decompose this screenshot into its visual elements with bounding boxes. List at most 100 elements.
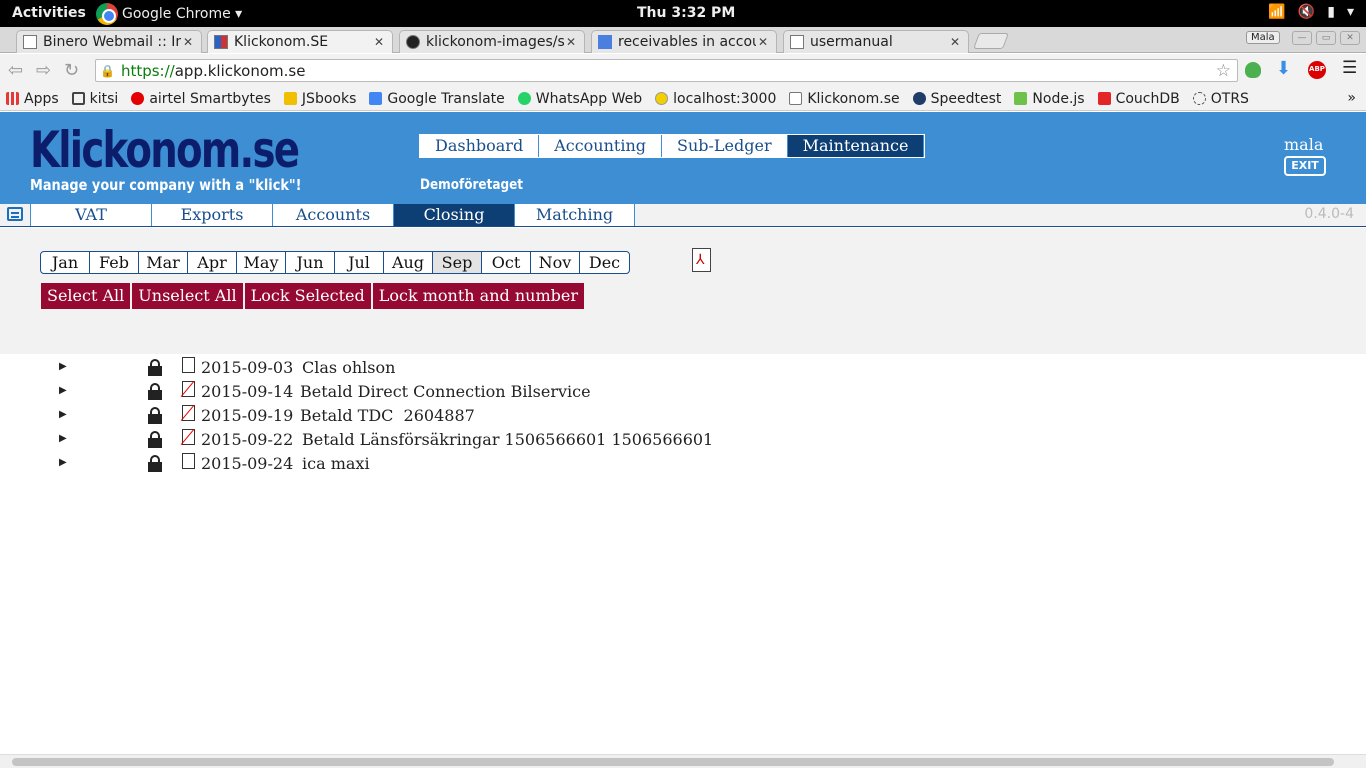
month-nov[interactable]: Nov: [531, 252, 580, 273]
profile-badge[interactable]: Mala: [1246, 31, 1280, 44]
attachment-document-icon[interactable]: [182, 405, 195, 421]
lock-icon: [148, 431, 162, 448]
system-tray[interactable]: 📶 🔇 ▮ ▾: [1268, 4, 1354, 20]
volume-muted-icon[interactable]: 🔇: [1298, 4, 1315, 20]
bookmark-nodejs[interactable]: Node.js: [1014, 90, 1085, 107]
clock[interactable]: Thu 3:32 PM: [637, 5, 735, 21]
month-jun[interactable]: Jun: [286, 252, 335, 273]
adblock-plus-icon[interactable]: ABP: [1308, 61, 1326, 79]
app-logo[interactable]: Klickonom.se: [30, 122, 300, 178]
document-icon[interactable]: [182, 453, 195, 469]
tab-usermanual[interactable]: usermanual ✕: [783, 30, 969, 53]
bookmark-jsbooks[interactable]: JSbooks: [283, 91, 356, 107]
battery-icon[interactable]: ▮: [1327, 4, 1335, 20]
minimize-icon[interactable]: —: [1292, 31, 1312, 45]
main-nav-accounting[interactable]: Accounting: [539, 135, 662, 157]
wifi-icon[interactable]: 📶: [1268, 4, 1285, 20]
maximize-icon[interactable]: ▭: [1316, 31, 1336, 45]
lock-month-and-number-button[interactable]: Lock month and number: [372, 283, 584, 309]
bookmark-kitsi[interactable]: kitsi: [71, 91, 118, 107]
horizontal-scrollbar[interactable]: [0, 754, 1366, 768]
voucher-row[interactable]: ▶ 2015-09-14 Betald Direct Connection Bi…: [0, 381, 900, 405]
forward-icon[interactable]: ⇨: [36, 60, 51, 81]
voucher-row[interactable]: ▶ 2015-09-03 Clas ohlson: [0, 357, 900, 381]
bookmark-klickonom[interactable]: Klickonom.se: [789, 91, 900, 107]
expand-arrow-icon[interactable]: ▶: [59, 409, 67, 420]
address-bar[interactable]: 🔒 https:// app.klickonom.se ☆: [95, 59, 1238, 82]
bookmark-speedtest[interactable]: Speedtest: [912, 91, 1001, 107]
bookmark-whatsapp[interactable]: WhatsApp Web: [517, 91, 642, 107]
download-icon[interactable]: ⬇: [1276, 58, 1292, 79]
month-aug[interactable]: Aug: [384, 252, 433, 273]
bookmark-couchdb[interactable]: CouchDB: [1097, 91, 1180, 107]
bookmark-google-translate[interactable]: Google Translate: [369, 90, 505, 107]
voucher-description: Betald Direct Connection Bilservice: [300, 382, 591, 401]
back-icon[interactable]: ⇦: [8, 60, 23, 81]
tab-vat[interactable]: VAT: [30, 204, 151, 226]
close-icon[interactable]: ✕: [948, 35, 962, 49]
month-feb[interactable]: Feb: [90, 252, 139, 273]
exit-button[interactable]: EXIT: [1284, 156, 1326, 176]
voucher-row[interactable]: ▶ 2015-09-24 ica maxi: [0, 453, 900, 477]
tab-matching[interactable]: Matching: [514, 204, 635, 226]
tab-github[interactable]: klickonom-images/su ✕: [399, 30, 585, 53]
voucher-date: 2015-09-03: [201, 358, 294, 377]
close-window-icon[interactable]: ✕: [1340, 31, 1360, 45]
month-may[interactable]: May: [237, 252, 286, 273]
attachment-document-icon[interactable]: [182, 381, 195, 397]
pdf-icon[interactable]: [692, 248, 711, 272]
main-nav-dashboard[interactable]: Dashboard: [420, 135, 540, 157]
month-apr[interactable]: Apr: [188, 252, 237, 273]
close-icon[interactable]: ✕: [372, 35, 386, 49]
month-mar[interactable]: Mar: [139, 252, 188, 273]
expand-arrow-icon[interactable]: ▶: [59, 385, 67, 396]
lock-selected-button[interactable]: Lock Selected: [244, 283, 371, 309]
bookmark-airtel[interactable]: airtel Smartbytes: [131, 91, 271, 107]
month-dec[interactable]: Dec: [580, 252, 629, 273]
secure-lock-icon[interactable]: 🔒: [100, 64, 115, 78]
attachment-document-icon[interactable]: [182, 429, 195, 445]
month-jan[interactable]: Jan: [41, 252, 90, 273]
unselect-all-button[interactable]: Unselect All: [132, 283, 243, 309]
close-icon[interactable]: ✕: [181, 35, 195, 49]
select-all-button[interactable]: Select All: [41, 283, 131, 309]
evernote-icon[interactable]: [1245, 62, 1261, 78]
lock-icon: [148, 383, 162, 400]
tab-google-search[interactable]: receivables in accour ✕: [591, 30, 777, 53]
activities-button[interactable]: Activities: [12, 5, 86, 21]
bookmark-label: Node.js: [1032, 90, 1085, 107]
scrollbar-thumb[interactable]: [12, 758, 1334, 766]
reload-icon[interactable]: ↻: [64, 60, 79, 81]
bookmark-star-icon[interactable]: ☆: [1216, 61, 1231, 81]
main-nav-sub-ledger[interactable]: Sub-Ledger: [662, 135, 788, 157]
month-sep[interactable]: Sep: [433, 252, 482, 273]
chat-icon[interactable]: [7, 207, 23, 221]
voucher-row[interactable]: ▶ 2015-09-22 Betald Länsförsäkringar 150…: [0, 429, 900, 453]
expand-arrow-icon[interactable]: ▶: [59, 361, 67, 372]
document-icon[interactable]: [182, 357, 195, 373]
more-bookmarks-icon[interactable]: »: [1347, 90, 1356, 106]
new-tab-button[interactable]: [973, 33, 1009, 49]
power-menu-icon[interactable]: ▾: [1347, 4, 1354, 20]
otrs-icon: [1192, 92, 1206, 105]
menu-icon[interactable]: ☰: [1342, 58, 1358, 78]
close-icon[interactable]: ✕: [756, 35, 770, 49]
tab-binero-webmail[interactable]: Binero Webmail :: Int ✕: [16, 30, 202, 53]
expand-arrow-icon[interactable]: ▶: [59, 433, 67, 444]
voucher-row[interactable]: ▶ 2015-09-19 Betald TDC 2604887: [0, 405, 900, 429]
month-jul[interactable]: Jul: [335, 252, 384, 273]
sub-nav-tabs: VAT Exports Accounts Closing Matching: [30, 204, 635, 226]
app-menu[interactable]: Google Chrome ▾: [96, 0, 242, 27]
bookmark-localhost[interactable]: localhost:3000: [655, 91, 776, 107]
expand-arrow-icon[interactable]: ▶: [59, 457, 67, 468]
bookmark-otrs[interactable]: OTRS: [1192, 91, 1249, 107]
bookmark-apps[interactable]: Apps: [6, 91, 59, 107]
tab-exports[interactable]: Exports: [151, 204, 272, 226]
tab-closing[interactable]: Closing: [393, 204, 514, 226]
bookmark-label: Google Translate: [387, 90, 505, 107]
month-oct[interactable]: Oct: [482, 252, 531, 273]
close-icon[interactable]: ✕: [564, 35, 578, 49]
main-nav-maintenance[interactable]: Maintenance: [787, 135, 925, 157]
tab-klickonom[interactable]: Klickonom.SE ✕: [207, 30, 393, 53]
tab-accounts[interactable]: Accounts: [272, 204, 393, 226]
